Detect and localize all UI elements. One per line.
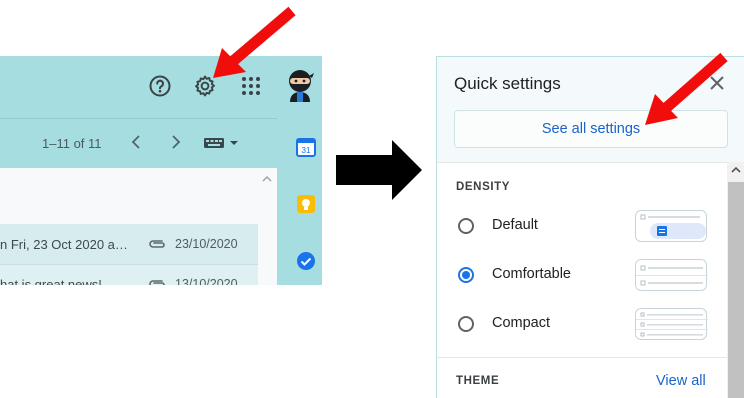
calendar-day: 31 (302, 146, 311, 155)
message-list-scrollbar[interactable] (258, 169, 276, 285)
calendar-icon[interactable]: 31 (296, 137, 316, 157)
density-compact-preview (635, 308, 708, 340)
density-label: Compact (492, 315, 551, 331)
radio-comfortable[interactable] (458, 267, 474, 283)
quick-settings-panel: Quick settings See all settings DENSITY … (436, 56, 744, 398)
attachment-icon (147, 277, 167, 285)
chevron-right-icon[interactable] (167, 133, 185, 151)
panel-title: Quick settings (454, 74, 561, 93)
density-label: Comfortable (492, 266, 571, 282)
keyboard-input-icon[interactable] (203, 136, 239, 150)
density-default-preview (635, 210, 707, 242)
density-heading: DENSITY (456, 181, 511, 193)
avatar[interactable] (285, 69, 315, 103)
radio-compact[interactable] (458, 316, 474, 332)
gmail-top-bar (0, 56, 322, 118)
message-date: 23/10/2020 (175, 237, 238, 251)
attachment-icon (147, 237, 167, 251)
divider (437, 357, 727, 358)
help-icon[interactable] (148, 74, 172, 98)
divider (437, 162, 727, 163)
view-all-themes-link[interactable]: View all (656, 373, 706, 389)
gear-icon[interactable] (193, 74, 217, 98)
tasks-check-icon[interactable] (296, 251, 316, 271)
density-comfortable-preview (635, 259, 708, 291)
keep-bulb-icon[interactable] (296, 194, 316, 214)
theme-heading: THEME (456, 375, 500, 387)
radio-default[interactable] (458, 218, 474, 234)
density-option-comfortable[interactable]: Comfortable (454, 259, 719, 291)
message-subject: n Fri, 23 Oct 2020 a… (0, 237, 128, 252)
apps-grid-icon[interactable] (239, 74, 263, 98)
close-icon[interactable] (707, 73, 727, 93)
density-option-compact[interactable]: Compact (454, 308, 719, 340)
density-option-default[interactable]: Default (454, 210, 719, 242)
table-row[interactable]: hat is great news! 13/10/2020 (0, 265, 258, 285)
message-date: 13/10/2020 (175, 277, 238, 285)
see-all-settings-button[interactable]: See all settings (454, 110, 728, 148)
message-subject: hat is great news! (0, 277, 102, 285)
black-transition-arrow (336, 140, 422, 200)
chevron-left-icon[interactable] (127, 133, 145, 151)
table-row[interactable]: n Fri, 23 Oct 2020 a… 23/10/2020 (0, 224, 258, 265)
panel-scrollbar-thumb[interactable] (728, 182, 744, 398)
density-label: Default (492, 217, 538, 233)
pagination-count: 1–11 of 11 (42, 136, 102, 151)
